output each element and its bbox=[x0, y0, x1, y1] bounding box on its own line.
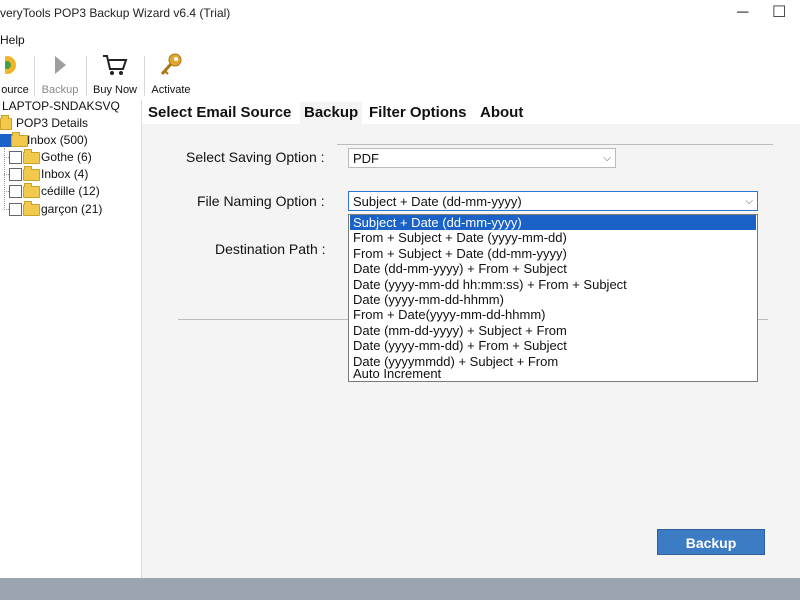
toolbar-divider bbox=[144, 56, 145, 96]
backup-toolbar-label: Backup bbox=[41, 84, 79, 96]
cart-icon bbox=[103, 55, 128, 75]
backup-button[interactable]: Backup bbox=[657, 529, 765, 555]
window-title: veryTools POP3 Backup Wizard v6.4 (Trial… bbox=[0, 6, 231, 20]
folder-icon bbox=[11, 132, 28, 147]
tree-folder-label: garçon (21) bbox=[41, 202, 103, 216]
source-label: ource bbox=[1, 84, 29, 96]
destination-path-label: Destination Path : bbox=[215, 241, 326, 257]
maximize-button[interactable]: ☐ bbox=[772, 4, 786, 22]
tab-filter-options[interactable]: Filter Options bbox=[365, 102, 471, 124]
toolbar: ource Backup Buy Now Activate bbox=[0, 50, 800, 101]
folder-checkbox[interactable] bbox=[9, 203, 22, 216]
key-icon bbox=[160, 53, 182, 76]
panel-divider bbox=[337, 144, 773, 145]
tree-inbox-label: Inbox (500) bbox=[27, 133, 88, 147]
taskbar-strip bbox=[0, 578, 800, 600]
folder-icon bbox=[23, 149, 40, 164]
folder-checkbox[interactable] bbox=[9, 185, 22, 198]
naming-option-item[interactable]: Date (dd-mm-yyyy) + From + Subject bbox=[350, 261, 756, 276]
naming-option-label: File Naming Option : bbox=[197, 193, 325, 209]
naming-option-item[interactable]: From + Subject + Date (dd-mm-yyyy) bbox=[350, 246, 756, 261]
play-icon bbox=[55, 56, 66, 74]
menu-bar: Help bbox=[0, 30, 800, 50]
naming-option-item[interactable]: Date (yyyy-mm-dd-hhmm) bbox=[350, 292, 756, 307]
naming-option-item[interactable]: From + Date(yyyy-mm-dd-hhmm) bbox=[350, 307, 756, 322]
source-button[interactable]: ource bbox=[0, 52, 30, 98]
account-icon bbox=[0, 115, 12, 130]
naming-option-item[interactable]: Date (yyyy-mm-dd hh:mm:ss) + From + Subj… bbox=[350, 277, 756, 292]
folder-checkbox[interactable] bbox=[9, 168, 22, 181]
naming-option-item[interactable]: Date (yyyy-mm-dd) + From + Subject bbox=[350, 338, 756, 353]
title-bar: veryTools POP3 Backup Wizard v6.4 (Trial… bbox=[0, 0, 800, 30]
tree-root-label: LAPTOP-SNDAKSVQ bbox=[2, 99, 120, 113]
tree-inbox[interactable]: Inbox (500) bbox=[0, 132, 120, 148]
naming-option-item[interactable]: Auto Increment bbox=[350, 366, 756, 381]
activate-button[interactable]: Activate bbox=[148, 52, 194, 98]
naming-option-value: Subject + Date (dd-mm-yyyy) bbox=[353, 194, 522, 209]
naming-option-item[interactable]: Subject + Date (dd-mm-yyyy) bbox=[350, 215, 756, 231]
naming-option-select[interactable]: Subject + Date (dd-mm-yyyy) ⌵ bbox=[348, 191, 758, 211]
tree-folder[interactable]: garçon (21) bbox=[0, 201, 120, 217]
tree-folder-label: cédille (12) bbox=[41, 184, 100, 198]
tree-folder[interactable]: Gothe (6) bbox=[0, 149, 120, 165]
tab-about[interactable]: About bbox=[476, 102, 527, 124]
tree-root[interactable]: LAPTOP-SNDAKSVQ bbox=[2, 98, 120, 114]
tree-folder-label: Gothe (6) bbox=[41, 150, 92, 164]
activate-label: Activate bbox=[151, 84, 191, 96]
buy-now-label: Buy Now bbox=[92, 84, 138, 96]
saving-option-label: Select Saving Option : bbox=[186, 149, 325, 165]
toolbar-divider bbox=[34, 56, 35, 96]
main-panel: Select Email Source Backup Filter Option… bbox=[142, 100, 800, 578]
minimize-button[interactable]: ─ bbox=[737, 4, 748, 22]
tree-account-label: POP3 Details bbox=[16, 116, 89, 130]
toolbar-divider bbox=[86, 56, 87, 96]
folder-icon bbox=[23, 166, 40, 181]
buy-now-button[interactable]: Buy Now bbox=[90, 52, 140, 98]
folder-checkbox[interactable] bbox=[9, 151, 22, 164]
tree-folder[interactable]: cédille (12) bbox=[0, 183, 120, 199]
tab-select-email-source[interactable]: Select Email Source bbox=[144, 102, 295, 124]
naming-option-dropdown: Subject + Date (dd-mm-yyyy) From + Subje… bbox=[348, 214, 758, 382]
tab-backup[interactable]: Backup bbox=[300, 102, 363, 124]
backup-toolbar-button[interactable]: Backup bbox=[40, 52, 80, 98]
naming-option-item[interactable]: Date (mm-dd-yyyy) + Subject + From bbox=[350, 323, 756, 338]
chevron-down-icon: ⌵ bbox=[745, 196, 753, 207]
folder-icon bbox=[23, 183, 40, 198]
chevron-down-icon: ⌵ bbox=[603, 153, 611, 164]
tree-folder[interactable]: Inbox (4) bbox=[0, 166, 120, 182]
tree-folder-label: Inbox (4) bbox=[41, 167, 89, 181]
naming-option-item[interactable]: From + Subject + Date (yyyy-mm-dd) bbox=[350, 230, 756, 245]
source-icon bbox=[5, 56, 16, 74]
tab-bar: Select Email Source Backup Filter Option… bbox=[142, 100, 800, 124]
folder-icon bbox=[23, 201, 40, 216]
saving-option-value: PDF bbox=[353, 151, 379, 166]
folder-tree: LAPTOP-SNDAKSVQ POP3 Details Inbox (500)… bbox=[0, 98, 142, 578]
saving-option-select[interactable]: PDF ⌵ bbox=[348, 148, 616, 168]
menu-help[interactable]: Help bbox=[0, 33, 25, 47]
